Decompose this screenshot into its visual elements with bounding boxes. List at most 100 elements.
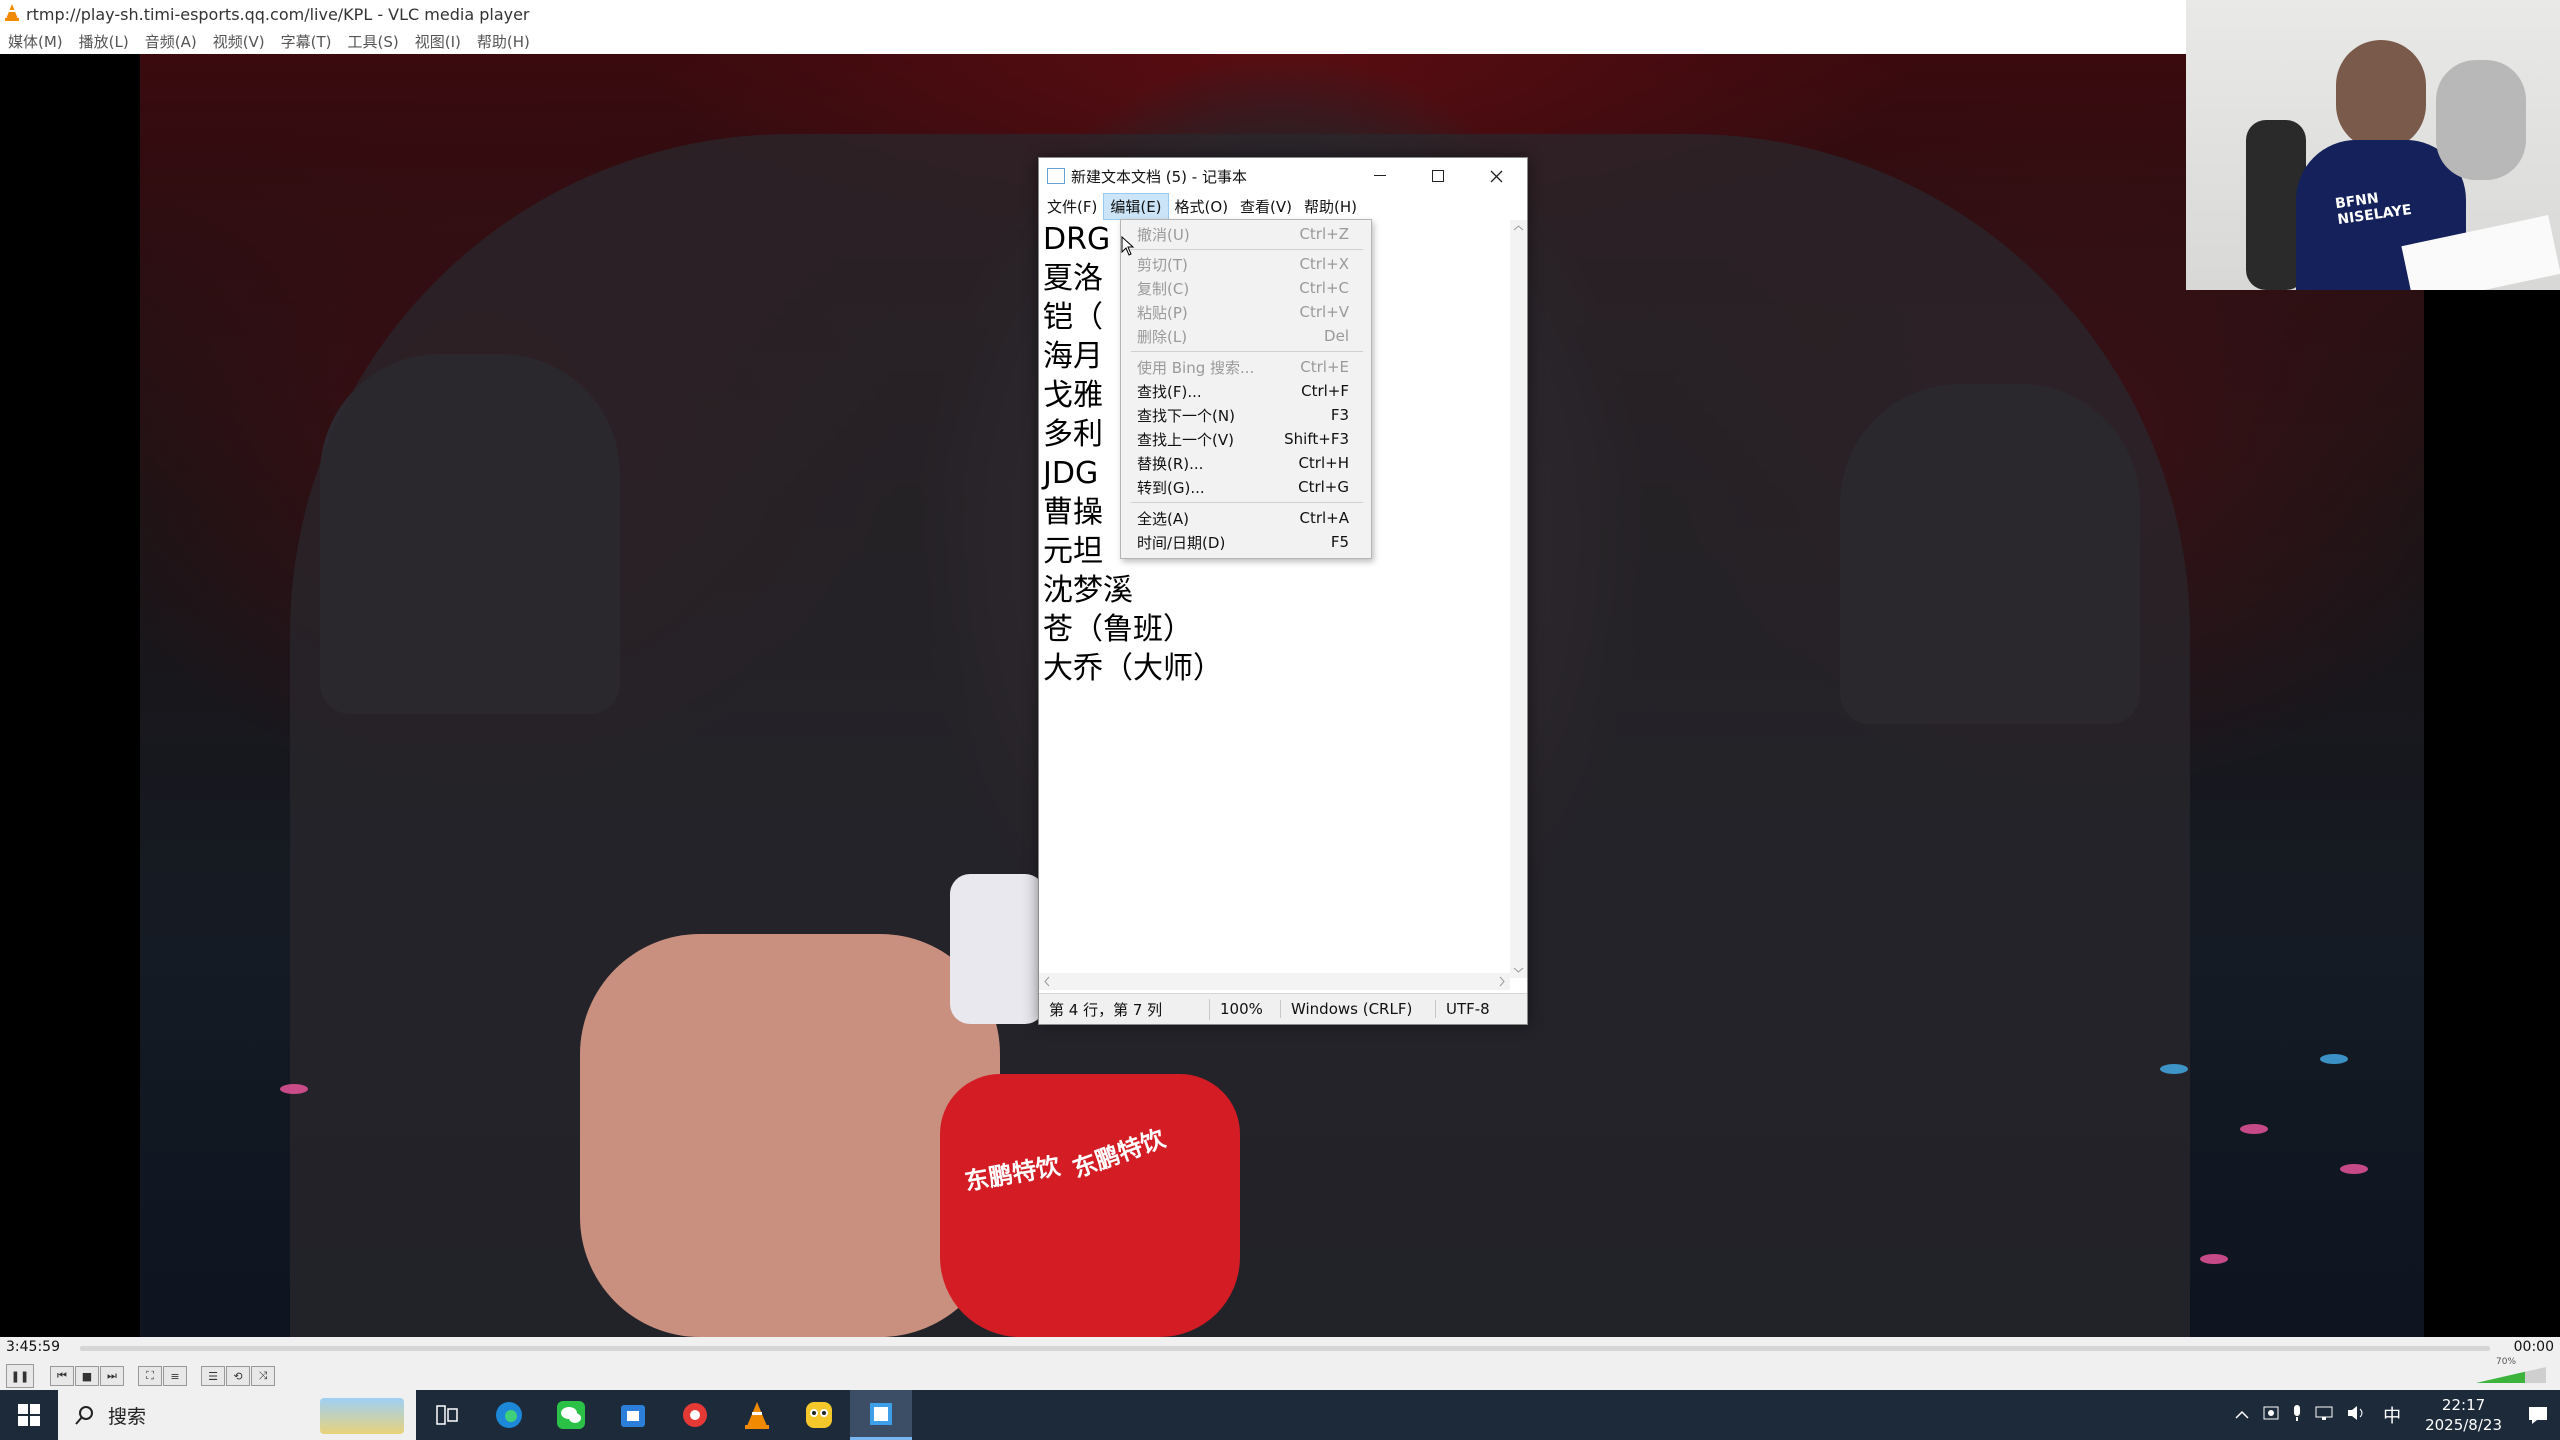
tray-clock[interactable]: 22:17 2025/8/23 [2425,1395,2502,1435]
vlc-menu-tools[interactable]: 工具(S) [348,31,399,52]
vlc-menubar: 媒体(M) 播放(L) 音频(A) 视频(V) 字幕(T) 工具(S) 视图(I… [0,28,2560,54]
shuffle-button[interactable]: ⤨ [251,1366,275,1386]
tray-network[interactable] [2315,1405,2335,1425]
notepad-statusbar: 第 4 行，第 7 列 100% Windows (CRLF) UTF-8 [1039,993,1527,1024]
vlc-menu-subtitle[interactable]: 字幕(T) [281,31,332,52]
notepad-title: 新建文本文档 (5) - 记事本 [1071,167,1247,186]
mouse-cursor-icon [1121,236,1135,256]
menu-item-label: 替换(R)... [1137,454,1204,473]
scroll-right-icon[interactable] [1496,973,1508,990]
equalizer-icon: ≡ [170,1369,180,1383]
vlc-menu-view[interactable]: 视图(I) [415,31,461,52]
owl-app-icon [806,1402,832,1428]
scroll-left-icon[interactable] [1041,973,1053,990]
maximize-button[interactable] [1409,158,1467,194]
stop-button[interactable]: ■ [75,1366,99,1386]
menu-item-cut[interactable]: 剪切(T) Ctrl+X [1121,252,1371,276]
minimize-icon [1374,175,1386,176]
vlc-controls: 3:45:59 00:00 ❚❚ ⏮ ■ ⏭ ⛶ ≡ ☰ ⟲ ⤨ 70% [0,1337,2560,1390]
menu-item-label: 剪切(T) [1137,255,1188,274]
next-button[interactable]: ⏭ [100,1366,124,1386]
extended-settings-button[interactable]: ≡ [163,1366,187,1386]
status-encoding: UTF-8 [1446,1000,1490,1018]
menu-item-time-date[interactable]: 时间/日期(D) F5 [1121,530,1371,554]
notepad-menu-file[interactable]: 文件(F) [1041,194,1103,219]
loop-button[interactable]: ⟲ [226,1366,250,1386]
menu-item-bing-search[interactable]: 使用 Bing 搜索... Ctrl+E [1121,355,1371,379]
notepad-menubar: 文件(F) 编辑(E) 格式(O) 查看(V) 帮助(H) [1039,192,1527,220]
vlc-menu-audio[interactable]: 音频(A) [145,31,197,52]
close-button[interactable] [1467,158,1525,194]
horizontal-scrollbar[interactable] [1039,973,1510,990]
next-icon: ⏭ [107,1369,117,1382]
volume-slider[interactable]: 70% [2476,1357,2546,1383]
notepad-menu-help[interactable]: 帮助(H) [1298,194,1363,219]
vlc-menu-help[interactable]: 帮助(H) [477,31,530,52]
menu-item-replace[interactable]: 替换(R)... Ctrl+H [1121,451,1371,475]
notepad-menu-format[interactable]: 格式(O) [1169,194,1235,219]
menu-item-shortcut: Ctrl+H [1298,454,1349,472]
status-zoom: 100% [1210,1000,1281,1018]
taskbar-app-red[interactable] [664,1390,726,1440]
menu-item-find-next[interactable]: 查找下一个(N) F3 [1121,403,1371,427]
menu-item-label: 时间/日期(D) [1137,533,1226,552]
vertical-scrollbar[interactable] [1510,220,1527,978]
vlc-menu-playback[interactable]: 播放(L) [79,31,129,52]
menu-item-paste[interactable]: 粘贴(P) Ctrl+V [1121,300,1371,324]
taskbar-store[interactable] [602,1390,664,1440]
clock-date: 2025/8/23 [2425,1416,2502,1434]
menu-separator [1131,502,1363,503]
floor-light [2240,1124,2268,1134]
minimize-button[interactable] [1351,158,1409,194]
scroll-up-icon[interactable] [1510,222,1527,234]
previous-button[interactable]: ⏮ [50,1366,74,1386]
taskbar-notepad[interactable] [850,1390,912,1440]
notification-button[interactable] [2516,1406,2560,1424]
windows-logo-icon [18,1404,40,1426]
taskbar-edge[interactable] [478,1390,540,1440]
menu-item-copy[interactable]: 复制(C) Ctrl+C [1121,276,1371,300]
vlc-menu-media[interactable]: 媒体(M) [8,31,63,52]
vlc-icon [745,1402,769,1429]
notification-icon [2529,1407,2547,1424]
taskbar-vlc[interactable] [726,1390,788,1440]
wechat-icon [557,1401,585,1429]
start-button[interactable] [0,1390,58,1440]
tray-microphone[interactable] [2291,1404,2303,1426]
notepad-titlebar[interactable]: 新建文本文档 (5) - 记事本 [1039,158,1527,194]
vlc-cone-icon [4,3,20,25]
menu-item-shortcut: Ctrl+C [1299,279,1349,297]
menu-item-undo[interactable]: 撤消(U) Ctrl+Z [1121,222,1371,246]
menu-item-goto[interactable]: 转到(G)... Ctrl+G [1121,475,1371,499]
tray-volume[interactable] [2347,1405,2367,1425]
menu-item-find[interactable]: 查找(F)... Ctrl+F [1121,379,1371,403]
fullscreen-button[interactable]: ⛶ [138,1366,162,1386]
menu-item-shortcut: Ctrl+X [1299,255,1349,273]
system-tray: 中 22:17 2025/8/23 [2227,1390,2560,1440]
menu-item-find-previous[interactable]: 查找上一个(V) Shift+F3 [1121,427,1371,451]
scroll-down-icon[interactable] [1510,964,1527,976]
vlc-menu-video[interactable]: 视频(V) [213,31,265,52]
taskbar-task-view[interactable] [416,1390,478,1440]
seek-slider[interactable] [80,1346,2490,1351]
tray-overflow-button[interactable] [2235,1406,2249,1424]
notepad-menu-edit[interactable]: 编辑(E) [1103,192,1169,220]
taskbar-wechat[interactable] [540,1390,602,1440]
elapsed-time: 3:45:59 [6,1339,60,1355]
menu-item-shortcut: Ctrl+F [1301,382,1349,400]
taskbar-app-owl[interactable] [788,1390,850,1440]
taskbar-search[interactable]: 搜索 [58,1390,416,1440]
menu-item-select-all[interactable]: 全选(A) Ctrl+A [1121,506,1371,530]
menu-item-label: 使用 Bing 搜索... [1137,358,1255,377]
ime-indicator[interactable]: 中 [2383,1402,2401,1428]
streamer-head [2336,40,2426,150]
text-line: 苍（鲁班） [1043,612,1193,647]
notepad-menu-view[interactable]: 查看(V) [1234,194,1298,219]
pause-icon: ❚❚ [10,1369,30,1383]
tray-security[interactable] [2263,1405,2279,1425]
menu-item-shortcut: Ctrl+E [1300,358,1349,376]
menu-item-delete[interactable]: 删除(L) Del [1121,324,1371,348]
playlist-button[interactable]: ☰ [201,1366,225,1386]
menu-item-shortcut: Ctrl+G [1298,478,1349,496]
pause-button[interactable]: ❚❚ [6,1364,34,1388]
